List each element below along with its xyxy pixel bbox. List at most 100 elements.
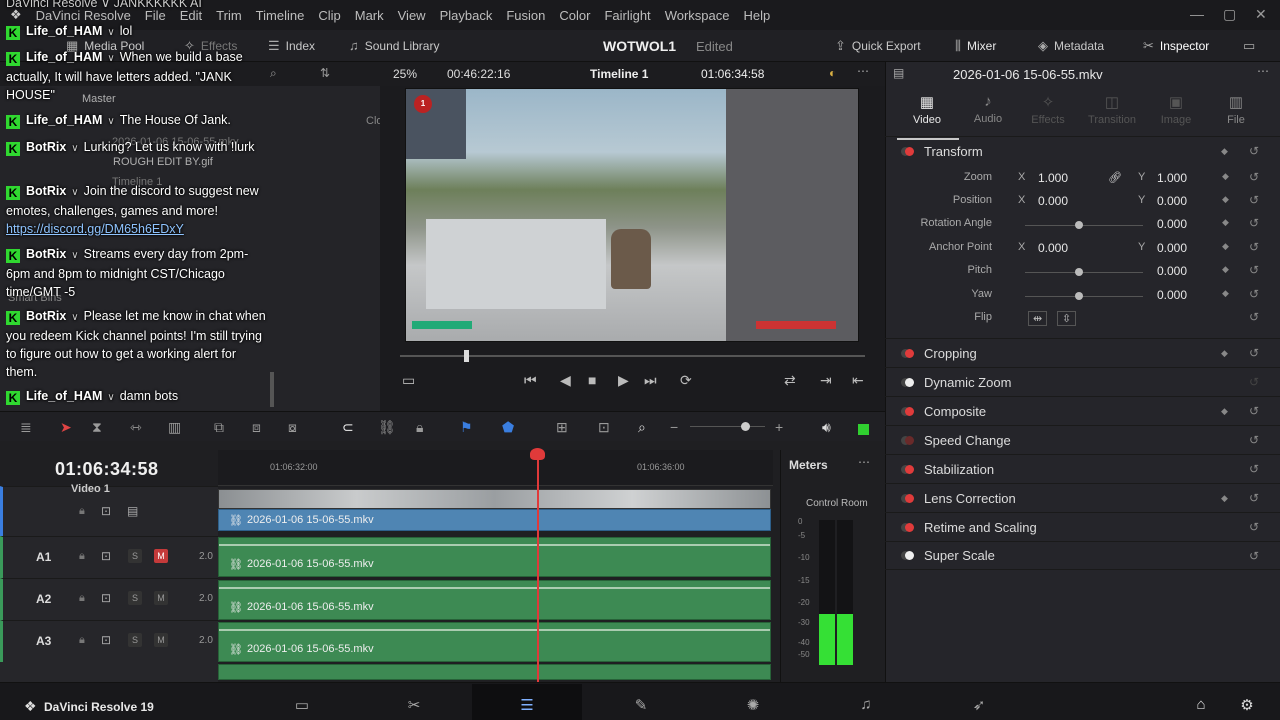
tab-effects[interactable]: ✧ Effects (1018, 93, 1078, 126)
video-thumbnails[interactable] (218, 489, 771, 509)
audio-clip-a2[interactable]: ⛓ 2026-01-06 15-06-55.mkv (218, 580, 771, 620)
rotation-field[interactable]: 0.000 (1157, 217, 1187, 231)
menu-help[interactable]: Help (743, 8, 770, 23)
solo-button[interactable]: S (128, 549, 142, 563)
keyframe-icon[interactable]: ◆ (1222, 288, 1229, 299)
lock-icon[interactable]: 🔒︎ (79, 505, 85, 518)
search-icon[interactable]: ⌕ (270, 66, 277, 81)
skip-end-icon[interactable]: ⏭ (644, 372, 657, 389)
reset-icon[interactable]: ↺ (1249, 310, 1259, 324)
section-cropping[interactable]: Cropping ◆ ↺ (885, 338, 1280, 367)
home-icon[interactable]: ⌂ (1176, 696, 1226, 713)
maximize-icon[interactable]: ▢ (1223, 6, 1236, 23)
link-icon[interactable]: 🔗︎ (1108, 171, 1122, 184)
menu-fairlight[interactable]: Fairlight (604, 8, 650, 23)
zoom-full-icon[interactable]: ⊞ (556, 419, 568, 436)
pitch-field[interactable]: 0.000 (1157, 264, 1187, 278)
more-options-icon[interactable]: ⋯ (857, 64, 869, 78)
enable-toggle[interactable] (905, 146, 914, 156)
bin-item-timeline[interactable]: Timeline 1 (112, 176, 162, 188)
keyframe-icon[interactable]: ◆ (1221, 406, 1228, 417)
tab-audio[interactable]: ♪ Audio (958, 93, 1018, 125)
enable-toggle[interactable] (905, 522, 914, 532)
lock-icon[interactable]: 🔒︎ (79, 592, 85, 605)
play-reverse-icon[interactable]: ◀ (560, 372, 571, 389)
zoom-slider-knob[interactable] (741, 422, 750, 431)
reset-icon[interactable]: ↺ (1249, 263, 1259, 277)
audio-clip-a4[interactable] (218, 664, 771, 680)
sync-icon[interactable]: ◐ (829, 66, 836, 80)
section-retime-scaling[interactable]: Retime and Scaling ↺ (885, 512, 1280, 541)
loop-icon[interactable]: ⟳ (680, 372, 692, 389)
sort-icon[interactable]: ⇅ (320, 66, 330, 80)
video-enable-icon[interactable]: ▤ (127, 504, 138, 518)
volume-icon[interactable]: 🔊︎ (822, 419, 831, 436)
tab-file[interactable]: ▥ File (1206, 93, 1266, 126)
enable-toggle[interactable] (905, 348, 914, 358)
pitch-slider[interactable] (1025, 272, 1143, 273)
solo-button[interactable]: S (128, 633, 142, 647)
mute-button[interactable]: M (154, 633, 168, 647)
section-super-scale[interactable]: Super Scale ↺ (885, 541, 1280, 570)
bin-item-gif[interactable]: ROUGH EDIT BY.gif (113, 156, 213, 168)
zoom-slider[interactable] (690, 426, 765, 427)
reset-icon[interactable]: ↺ (1249, 433, 1259, 447)
enable-toggle[interactable] (905, 377, 914, 387)
enable-toggle[interactable] (905, 435, 914, 445)
menu-fusion[interactable]: Fusion (506, 8, 545, 23)
reset-icon[interactable]: ↺ (1249, 375, 1259, 389)
selection-tool-icon[interactable]: ➤ (60, 419, 72, 436)
anchor-y-field[interactable]: 0.000 (1157, 241, 1187, 255)
enable-toggle[interactable] (905, 551, 914, 560)
zoom-y-field[interactable]: 1.000 (1157, 171, 1187, 185)
blade-tool-icon[interactable]: ▥ (168, 419, 181, 436)
timeline-timecode[interactable]: 01:06:34:58 (55, 459, 159, 480)
section-composite[interactable]: Composite ◆ ↺ (885, 396, 1280, 425)
bin-scrollbar[interactable] (270, 372, 274, 407)
reset-icon[interactable]: ↺ (1249, 216, 1259, 230)
keyframe-icon[interactable]: ◆ (1222, 264, 1229, 275)
menu-timeline[interactable]: Timeline (256, 8, 305, 23)
minimize-icon[interactable]: — (1190, 6, 1204, 22)
menu-trim[interactable]: Trim (216, 8, 242, 23)
quick-export-button[interactable]: ⇪ Quick Export (835, 38, 921, 54)
menu-color[interactable]: Color (559, 8, 590, 23)
mixer-button[interactable]: ⫼ Mixer (955, 38, 996, 54)
media-pool-button[interactable]: ▦ Media Pool (66, 38, 144, 54)
enable-toggle[interactable] (905, 406, 914, 416)
lock-icon[interactable]: 🔒︎ (79, 634, 85, 647)
menu-file[interactable]: File (145, 8, 166, 23)
scrubber-handle[interactable] (464, 350, 469, 362)
cut-page-icon[interactable]: ✂ (389, 696, 439, 714)
keyframe-icon[interactable]: ◆ (1221, 348, 1228, 359)
insert-clip-icon[interactable]: ⧉ (214, 419, 224, 436)
app-menu[interactable]: DaVinci Resolve (36, 8, 131, 23)
zoom-detail-icon[interactable]: ⊡ (598, 419, 610, 436)
fairlight-page-icon[interactable]: ♫ (841, 696, 891, 713)
auto-select-icon[interactable]: ⊡ (101, 591, 111, 605)
fusion-page-icon[interactable]: ✎ (616, 696, 666, 714)
dynamic-trim-icon[interactable]: ⇿ (130, 419, 142, 436)
reset-icon[interactable]: ↺ (1249, 462, 1259, 476)
keyframe-icon[interactable]: ◆ (1222, 241, 1229, 252)
layout-icon[interactable]: ≣ (20, 419, 32, 436)
yaw-slider[interactable] (1025, 296, 1143, 297)
position-x-field[interactable]: 0.000 (1038, 194, 1068, 208)
viewer-scrubber[interactable] (400, 355, 865, 357)
deliver-page-icon[interactable]: ➶ (954, 696, 1004, 714)
tab-video[interactable]: ▦ Video (897, 93, 957, 126)
enable-toggle[interactable] (905, 464, 914, 474)
metadata-button[interactable]: ◈ Metadata (1038, 38, 1104, 54)
zoom-out-icon[interactable]: − (670, 419, 678, 435)
menu-edit[interactable]: Edit (180, 8, 202, 23)
reset-icon[interactable]: ↺ (1249, 193, 1259, 207)
keyframe-icon[interactable]: ◆ (1222, 171, 1229, 182)
keyframe-icon[interactable]: ◆ (1221, 493, 1228, 504)
mute-button[interactable]: M (154, 591, 168, 605)
yaw-field[interactable]: 0.000 (1157, 288, 1187, 302)
position-y-field[interactable]: 0.000 (1157, 194, 1187, 208)
linked-selection-icon[interactable]: ⛓ (378, 419, 396, 436)
menu-playback[interactable]: Playback (440, 8, 493, 23)
reset-icon[interactable]: ↺ (1249, 170, 1259, 184)
solo-button[interactable]: S (128, 591, 142, 605)
